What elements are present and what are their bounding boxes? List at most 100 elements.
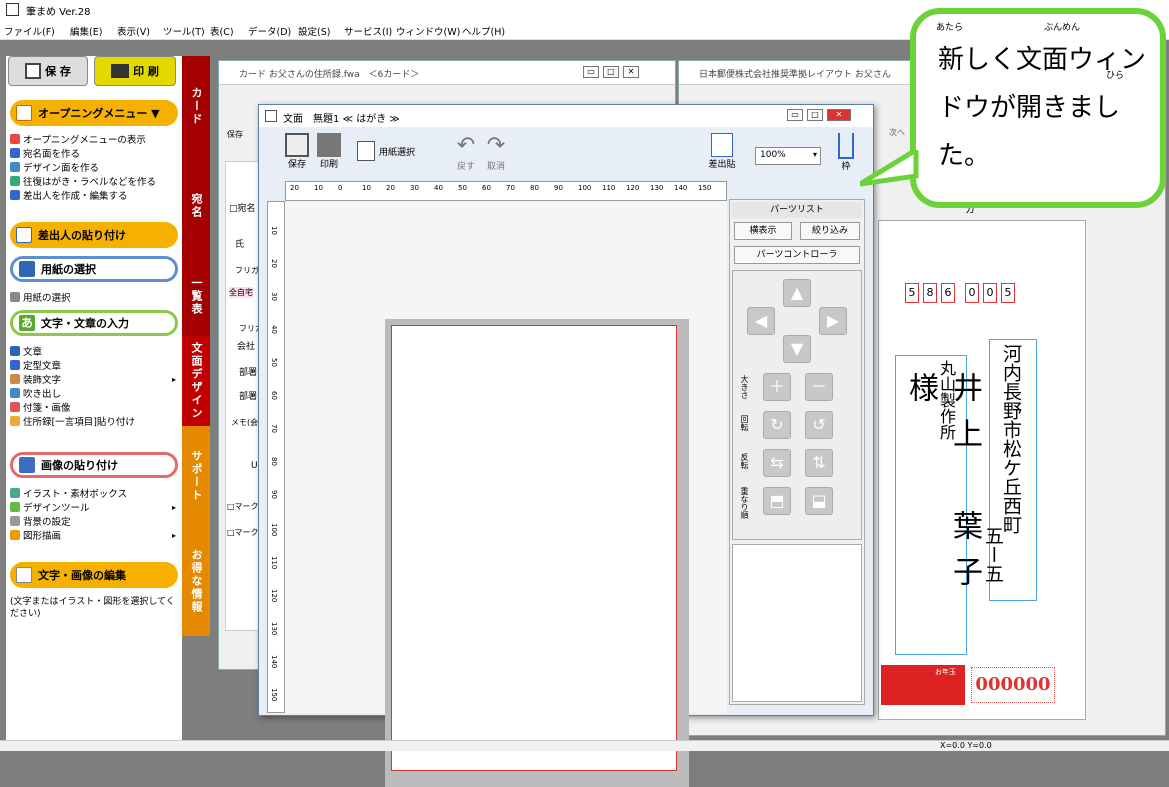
minimize-button[interactable]: ▭ <box>583 66 599 78</box>
menu-help[interactable]: ヘルプ(H) <box>462 24 505 38</box>
list-item[interactable]: デザイン面を作る <box>10 160 99 174</box>
frame-button[interactable]: 枠 <box>833 133 859 172</box>
undo-button[interactable]: ↶ 戻す <box>453 133 479 172</box>
tab-deals[interactable]: お得な情報 <box>182 526 210 636</box>
tab-card[interactable]: カード <box>182 56 210 156</box>
ruler-tick-label: 60 <box>270 391 278 400</box>
field-label: U <box>251 461 258 471</box>
close-button[interactable]: ✕ <box>827 109 851 121</box>
menu-data[interactable]: データ(D) <box>248 24 291 38</box>
list-item[interactable]: 背景の設定 <box>10 514 71 528</box>
up-arrow-icon[interactable]: ▲ <box>783 279 811 307</box>
field-label: フリガ <box>235 266 259 275</box>
paper-canvas[interactable] <box>391 325 677 771</box>
ruler-tick-label: 30 <box>270 292 278 301</box>
tab-support[interactable]: サポート <box>182 426 210 526</box>
filter-button[interactable]: 絞り込み <box>800 222 860 240</box>
card-save-label: 保存 <box>227 130 243 139</box>
down-arrow-icon[interactable]: ▼ <box>783 335 811 363</box>
toolbar-save-button[interactable]: 保存 <box>283 133 311 170</box>
size-label: 大きさ <box>740 375 749 399</box>
paper-select-button[interactable]: 用紙選択 <box>357 141 429 161</box>
list-item[interactable]: 住所録[一言項目]貼り付け <box>10 414 135 428</box>
list-item[interactable]: 宛名面を作る <box>10 146 80 160</box>
zip-digit: 6 <box>941 283 955 303</box>
menu-window[interactable]: ウィンドウ(W) <box>396 24 460 38</box>
list-item[interactable]: 図形描画 ▸ <box>10 528 176 542</box>
ruler-tick-label: 100 <box>578 184 592 192</box>
bring-forward-icon[interactable]: ⬒ <box>763 487 791 515</box>
image-icon <box>19 457 35 473</box>
zip-digit: 5 <box>1001 283 1015 303</box>
list-item[interactable]: 定型文章 <box>10 358 61 372</box>
tab-address[interactable]: 宛名 <box>182 156 210 256</box>
rotate-right-icon[interactable]: ↻ <box>763 411 791 439</box>
edit-icon <box>16 567 32 583</box>
sender-paste-icon <box>16 227 32 243</box>
printer-icon <box>111 64 130 78</box>
right-arrow-icon[interactable]: ▶ <box>819 307 847 335</box>
print-button[interactable]: 印 刷 <box>94 56 176 86</box>
opening-menu-header[interactable]: オープニングメニュー ▼ <box>10 100 178 126</box>
ruler-tick-label: 40 <box>434 184 443 192</box>
text-input-header[interactable]: あ 文字・文章の入力 <box>10 310 178 336</box>
redo-button[interactable]: ↷ 取消 <box>483 133 509 172</box>
menu-icon <box>10 134 20 144</box>
shrink-button[interactable]: － <box>805 373 833 401</box>
tab-design[interactable]: 文面デザイン <box>182 336 210 426</box>
field-label: 部署 <box>239 368 258 378</box>
minimize-button[interactable]: ▭ <box>787 109 803 121</box>
menu-view[interactable]: 表示(V) <box>117 24 150 38</box>
paper-select-header[interactable]: 用紙の選択 <box>10 256 178 282</box>
decorated-text-icon <box>10 374 20 384</box>
next-label[interactable]: 次へ <box>889 127 905 138</box>
parts-controller-button[interactable]: パーツコントローラ <box>734 246 860 264</box>
app-icon <box>6 3 19 16</box>
menu-service[interactable]: サービス(I) <box>344 24 392 38</box>
menu-tool[interactable]: ツール(T) <box>163 24 205 38</box>
left-arrow-icon[interactable]: ◀ <box>747 307 775 335</box>
menu-edit[interactable]: 編集(E) <box>70 24 102 38</box>
address-box: 河内長野市松ケ丘西町 五ー五 <box>982 339 1037 601</box>
ruler-tick-label: 150 <box>698 184 712 192</box>
list-item[interactable]: 付箋・画像 <box>10 400 71 414</box>
list-item[interactable]: 装飾文字 ▸ <box>10 372 176 386</box>
list-item[interactable]: イラスト・素材ボックス <box>10 486 127 500</box>
list-item[interactable]: 吹き出し <box>10 386 61 400</box>
ruby-text: あたら <box>936 23 964 33</box>
ruler-tick-label: 70 <box>506 184 515 192</box>
flip-horizontal-icon[interactable]: ⇆ <box>763 449 791 477</box>
horizontal-view-button[interactable]: 横表示 <box>734 222 792 240</box>
field-label: 全自宅 <box>229 287 253 298</box>
tab-list[interactable]: 一覧表 <box>182 256 210 336</box>
order-label: 重なり順 <box>740 487 749 519</box>
image-paste-header[interactable]: 画像の貼り付け <box>10 452 178 478</box>
lottery-number: 000000 <box>971 667 1055 703</box>
zoom-select[interactable]: 100% ▾ <box>755 147 821 165</box>
maximize-button[interactable]: □ <box>807 109 823 121</box>
menu-file[interactable]: ファイル(F) <box>4 24 55 38</box>
send-backward-icon[interactable]: ⬓ <box>805 487 833 515</box>
toolbar-print-button[interactable]: 印刷 <box>315 133 343 170</box>
maximize-button[interactable]: □ <box>603 66 619 78</box>
sender-paste-header[interactable]: 差出人の貼り付け <box>10 222 178 248</box>
list-item[interactable]: 用紙の選択 <box>10 290 71 304</box>
list-item[interactable]: オープニングメニューの表示 <box>10 132 146 146</box>
menu-table[interactable]: 表(C) <box>210 24 234 38</box>
ruler-tick-label: 70 <box>270 424 278 433</box>
zip-digit: 0 <box>965 283 979 303</box>
list-item[interactable]: デザインツール ▸ <box>10 500 176 514</box>
rotate-left-icon[interactable]: ↺ <box>805 411 833 439</box>
sender-paste-button[interactable]: 差出貼 <box>705 133 739 170</box>
save-button[interactable]: 保 存 <box>8 56 88 86</box>
edit-header[interactable]: 文字・画像の編集 <box>10 562 178 588</box>
sticky-note-icon <box>10 402 20 412</box>
list-item[interactable]: 差出人を作成・編集する <box>10 188 128 202</box>
flip-vertical-icon[interactable]: ⇅ <box>805 449 833 477</box>
close-button[interactable]: ✕ <box>623 66 639 78</box>
label-icon <box>10 176 20 186</box>
menu-settings[interactable]: 設定(S) <box>298 24 330 38</box>
list-item[interactable]: 文章 <box>10 344 42 358</box>
enlarge-button[interactable]: ＋ <box>763 373 791 401</box>
list-item[interactable]: 往復はがき・ラベルなどを作る <box>10 174 156 188</box>
